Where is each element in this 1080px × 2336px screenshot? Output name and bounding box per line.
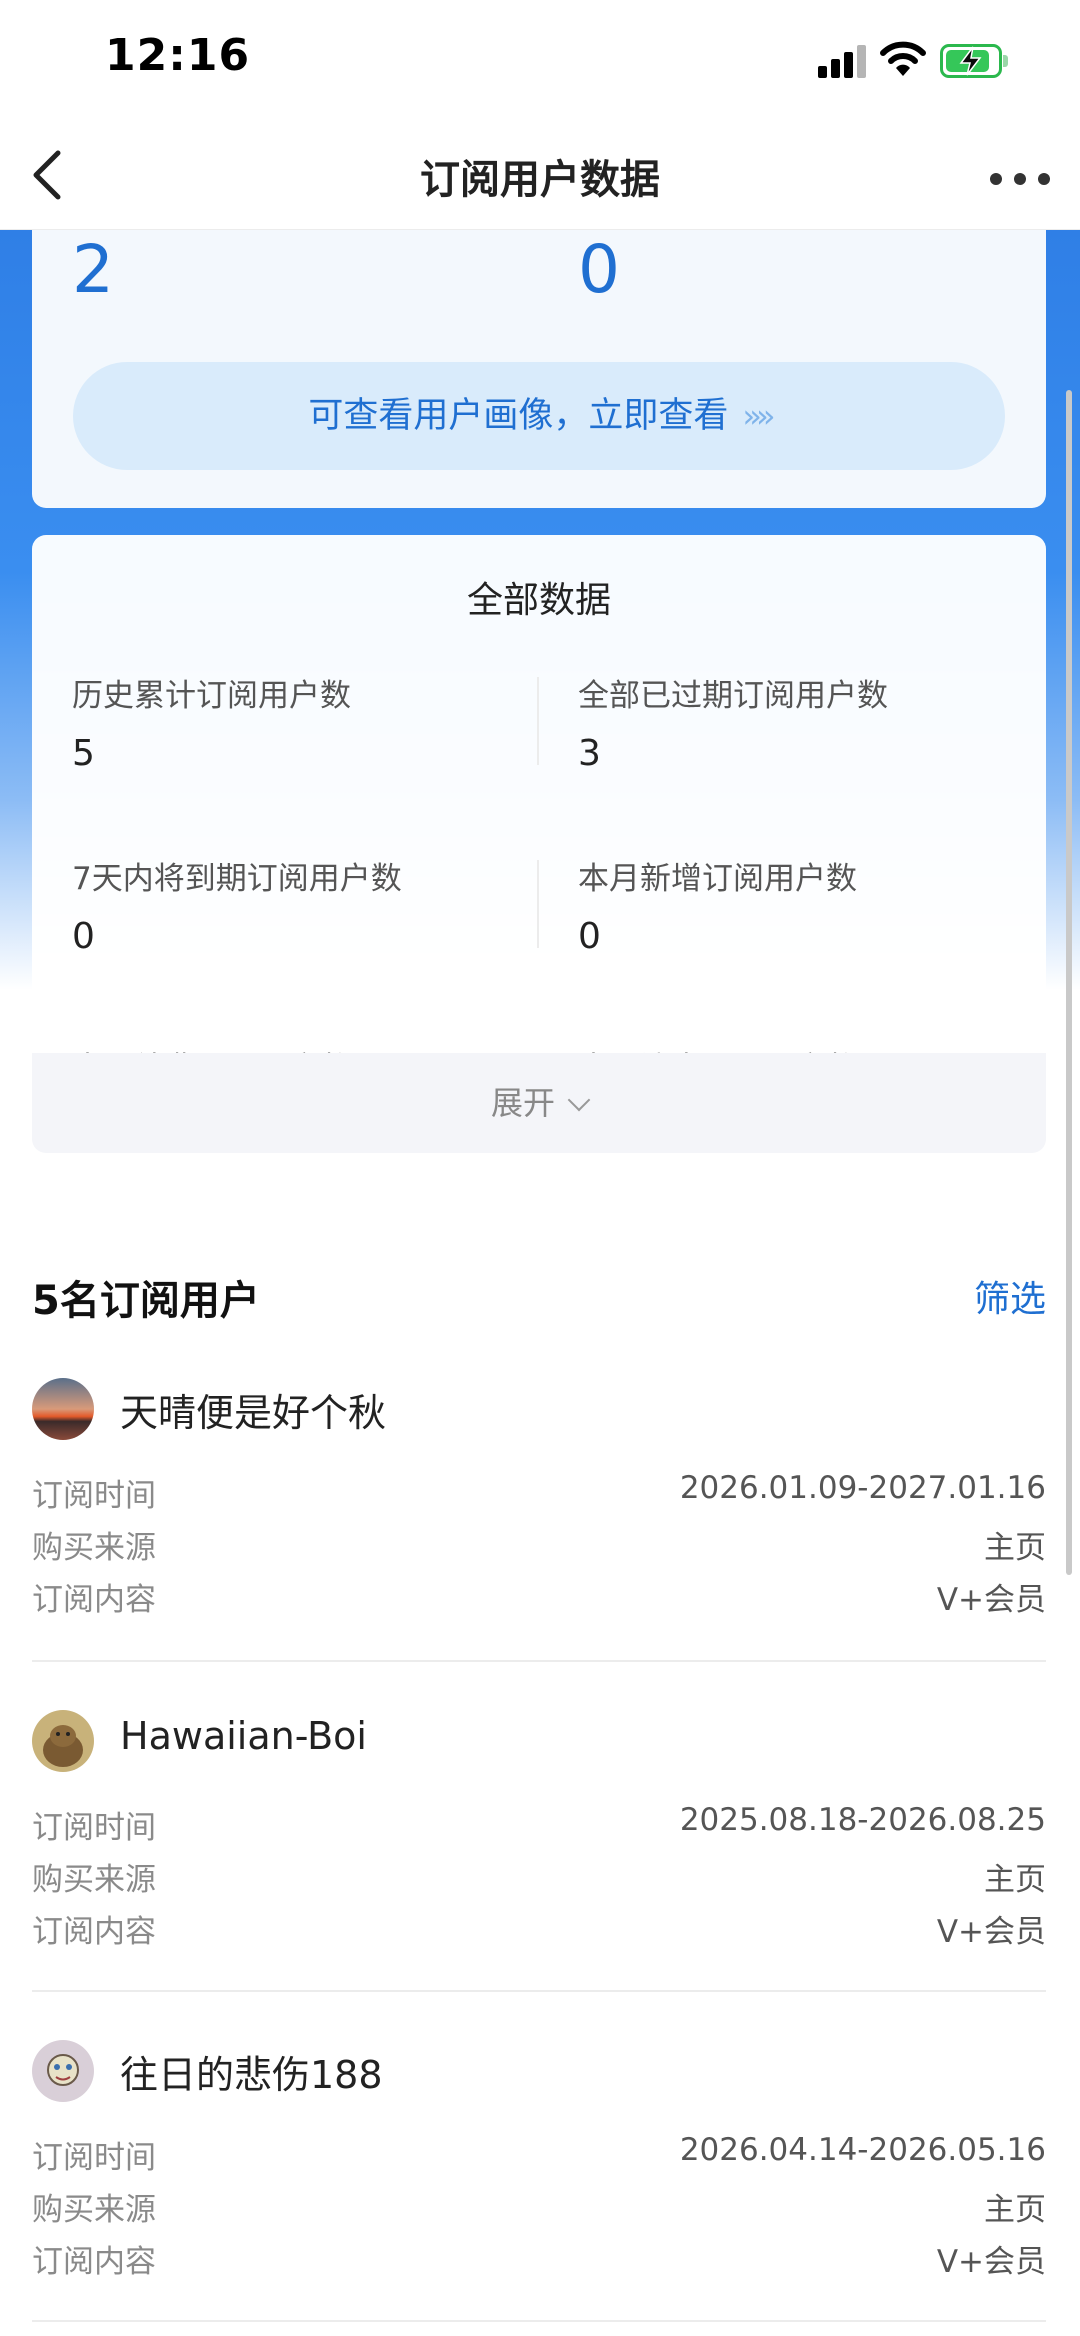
info-label: 订阅内容 [32,1582,156,1618]
page-title: 订阅用户数据 [420,157,660,203]
info-label: 订阅时间 [32,1478,156,1514]
expand-button[interactable]: 展开 [32,1053,1046,1153]
purchase-source: 主页 [984,1530,1046,1566]
subscription-content-row: 订阅内容 V+会员 [32,2236,1046,2286]
stat-label: 全部已过期订阅用户数 [578,678,888,714]
info-label: 订阅内容 [32,2244,156,2280]
purchase-source-row: 购买来源 主页 [32,2184,1046,2234]
subscription-time-row: 订阅时间 2025.08.18-2026.08.25 [32,1802,1046,1852]
filter-button[interactable]: 筛选 [974,1270,1046,1322]
user-avatar [32,1378,94,1440]
subscription-content: V+会员 [936,1582,1046,1618]
info-label: 订阅时间 [32,2140,156,2176]
summary-card: 2 0 可查看用户画像，立即查看 »» [32,230,1046,508]
user-name: 天晴便是好个秋 [120,1391,387,1435]
info-label: 订阅时间 [32,1810,156,1846]
user-avatar [32,1710,94,1772]
divider [32,2320,1046,2322]
subscriber-count-title: 5名订阅用户 [32,1278,260,1324]
stat-value: 3 [578,733,601,774]
stat-value: 0 [578,916,601,957]
purchase-source: 主页 [984,2192,1046,2228]
chevron-down-icon [567,1088,591,1112]
user-name: 往日的悲伤188 [120,2053,383,2097]
all-data-title: 全部数据 [466,580,611,621]
status-bar: 12:16 [0,0,1080,125]
divider [537,860,539,948]
subscription-time-row: 订阅时间 2026.01.09-2027.01.16 [32,1470,1046,1520]
subscription-content-row: 订阅内容 V+会员 [32,1574,1046,1624]
stat-expiring-7days: 7天内将到期订阅用户数 0 [72,853,532,957]
more-options-icon[interactable] [988,157,1052,197]
stat-value: 0 [72,916,95,957]
purchase-source-row: 购买来源 主页 [32,1854,1046,1904]
all-data-card: 全部数据 历史累计订阅用户数 5 全部已过期订阅用户数 3 7天内将到期订阅用户… [32,535,1046,1153]
subscription-time-row: 订阅时间 2026.04.14-2026.05.16 [32,2132,1046,2182]
user-name: Hawaiian-Boi [120,1714,367,1758]
double-chevron-right-icon: »» [742,397,775,435]
stat-value: 5 [72,733,95,774]
subscription-content: V+会员 [936,1914,1046,1950]
divider [32,1990,1046,1992]
cellular-signal-icon [818,44,870,78]
divider [537,677,539,765]
navigation-bar: 订阅用户数据 [0,125,1080,230]
wifi-icon [880,41,926,76]
expand-label: 展开 [490,1084,555,1122]
purchase-source: 主页 [984,1862,1046,1898]
stat-label: 本月新增订阅用户数 [578,861,857,897]
subscription-time: 2026.04.14-2026.05.16 [679,2132,1046,2168]
stat-label: 7天内将到期订阅用户数 [72,861,402,897]
info-label: 购买来源 [32,2192,156,2228]
subscription-time: 2025.08.18-2026.08.25 [679,1802,1046,1838]
subscription-content-row: 订阅内容 V+会员 [32,1906,1046,1956]
stat-new-this-month: 本月新增订阅用户数 0 [578,853,1038,957]
stat-expired-subscribers: 全部已过期订阅用户数 3 [578,670,1038,774]
divider [32,1660,1046,1662]
subscription-time: 2026.01.09-2027.01.16 [679,1470,1046,1506]
info-label: 购买来源 [32,1530,156,1566]
stat-label: 历史累计订阅用户数 [72,678,351,714]
scrollbar[interactable] [1066,390,1072,1575]
status-time: 12:16 [105,30,251,81]
stat-total-subscribers: 历史累计订阅用户数 5 [72,670,532,774]
subscriber-list-header: 5名订阅用户 筛选 [32,1268,1046,1328]
user-portrait-button[interactable]: 可查看用户画像，立即查看 »» [73,362,1005,470]
battery-icon [940,44,1008,78]
subscription-content: V+会员 [936,2244,1046,2280]
summary-right-value: 0 [578,231,620,308]
info-label: 订阅内容 [32,1914,156,1950]
info-label: 购买来源 [32,1862,156,1898]
summary-left-value: 2 [72,231,114,308]
user-avatar [32,2040,94,2102]
user-portrait-button-label: 可查看用户画像，立即查看 [308,396,729,436]
purchase-source-row: 购买来源 主页 [32,1522,1046,1572]
